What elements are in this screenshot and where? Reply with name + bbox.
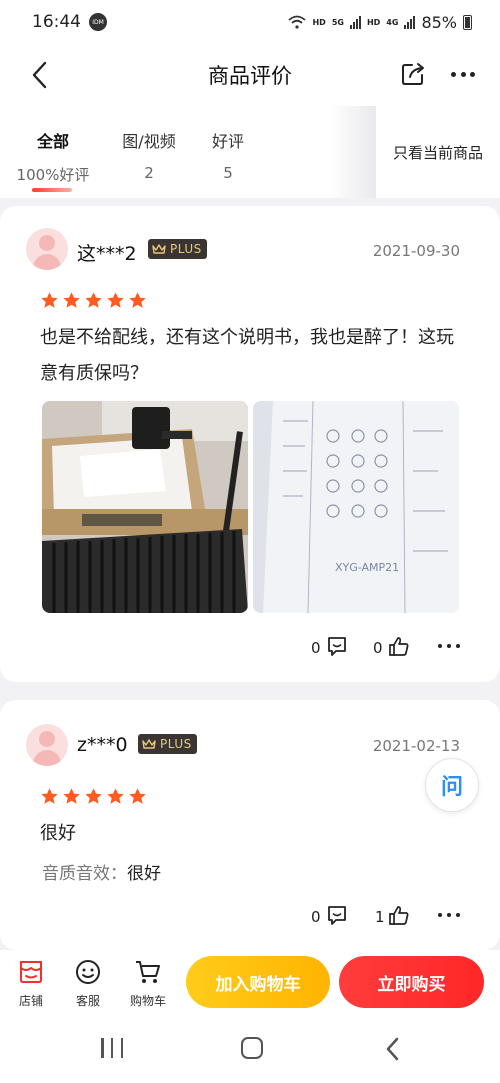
- share-icon[interactable]: [400, 61, 426, 87]
- review-date: 2021-09-30: [372, 242, 460, 260]
- tabs-fade: [330, 106, 376, 198]
- shop-label: 店铺: [18, 994, 43, 1008]
- review-photo-router[interactable]: [42, 401, 248, 613]
- plus-badge: PLUS: [148, 239, 207, 259]
- hd-label-2: HD: [366, 17, 381, 27]
- bottom-action-bar: 店铺 客服 购物车 加入购物车 立即购买: [0, 950, 500, 1016]
- review-text: 很好: [40, 823, 76, 844]
- tab-positive-count: 5: [223, 164, 233, 182]
- status-time: 16:44: [32, 12, 81, 32]
- tab-all-sub: 100%好评: [16, 166, 90, 184]
- star-icon: [129, 292, 146, 308]
- review-actions: 0 0: [0, 634, 500, 662]
- wifi-icon: [288, 15, 307, 29]
- recent-apps-icon[interactable]: [101, 1038, 123, 1060]
- avatar: [26, 228, 68, 270]
- review-actions: 0 1: [0, 903, 500, 931]
- signal-icon: [349, 15, 361, 29]
- tab-photo-video[interactable]: 图/视频 2: [114, 128, 184, 182]
- tab-positive[interactable]: 好评 5: [202, 128, 254, 182]
- manual-model-text: XYG-AMP21: [335, 561, 399, 574]
- status-bar: 16:44 IDM HD 5G HD 4G 85%: [0, 0, 500, 44]
- 5g-label: 5G: [331, 17, 344, 27]
- more-menu-icon[interactable]: [448, 61, 478, 87]
- nav-back-icon[interactable]: [383, 1036, 401, 1062]
- star-icon: [107, 292, 124, 308]
- crown-icon: [152, 244, 166, 254]
- filter-tabs: 全部 100%好评 图/视频 2 好评 5 只看当前商品: [0, 106, 500, 198]
- thumbs-up-icon[interactable]: [388, 904, 410, 926]
- comment-count: 0: [311, 639, 321, 657]
- comment-icon[interactable]: [326, 635, 348, 657]
- review-card: z***0 PLUS 2021-02-13 很好 音质音效：很好 0 1: [0, 700, 500, 950]
- star-icon: [129, 788, 146, 804]
- only-current-product-toggle[interactable]: 只看当前商品: [376, 106, 500, 198]
- home-icon[interactable]: [241, 1037, 263, 1059]
- star-icon: [107, 788, 124, 804]
- like-count: 1: [375, 908, 385, 926]
- active-tab-indicator: [32, 188, 72, 192]
- review-card: 这***2 PLUS 2021-09-30 也是不给配线，还有这个说明书，我也是…: [0, 206, 500, 682]
- manual-photo-image: XYG-AMP21: [253, 401, 459, 613]
- crown-icon: [142, 739, 156, 749]
- tab-all-label: 全部: [36, 132, 69, 151]
- router-photo-image: [42, 401, 248, 613]
- cart-button[interactable]: 购物车: [123, 958, 173, 1009]
- star-icon: [85, 292, 102, 308]
- like-count: 0: [373, 639, 383, 657]
- tab-photo-video-count: 2: [144, 164, 154, 182]
- shop-button[interactable]: 店铺: [6, 958, 56, 1009]
- review-attribute: 音质音效：很好: [42, 859, 161, 884]
- status-indicators: HD 5G HD 4G 85%: [288, 13, 472, 32]
- comment-icon[interactable]: [326, 904, 348, 926]
- star-icon: [85, 788, 102, 804]
- rating-stars: [40, 291, 147, 310]
- customer-service-label: 客服: [75, 994, 100, 1008]
- reviewer-name: 这***2: [77, 243, 137, 265]
- plus-badge-label: PLUS: [160, 737, 192, 751]
- review-text: 也是不给配线，还有这个说明书，我也是醉了！这玩意有质保吗？: [40, 327, 454, 384]
- battery-icon: [463, 14, 472, 30]
- signal-icon-2: [404, 15, 416, 29]
- buy-now-button[interactable]: 立即购买: [339, 956, 484, 1008]
- 4g-label: 4G: [386, 17, 399, 27]
- thumbs-up-icon[interactable]: [388, 635, 410, 657]
- plus-badge-label: PLUS: [170, 242, 202, 256]
- tab-photo-video-label: 图/视频: [122, 132, 176, 151]
- idm-icon: IDM: [89, 13, 107, 31]
- star-icon: [41, 292, 58, 308]
- review-more-icon[interactable]: [438, 644, 460, 648]
- review-more-icon[interactable]: [438, 913, 460, 917]
- cart-icon: [136, 961, 160, 983]
- app-header: 商品评价: [0, 44, 500, 106]
- star-icon: [63, 788, 80, 804]
- avatar: [26, 724, 68, 766]
- plus-badge: PLUS: [138, 734, 197, 754]
- ask-question-label: 问: [440, 775, 463, 800]
- comment-count: 0: [311, 908, 321, 926]
- hd-label: HD: [312, 17, 326, 27]
- customer-service-button[interactable]: 客服: [63, 958, 113, 1009]
- review-photo-manual[interactable]: XYG-AMP21: [253, 401, 459, 613]
- system-nav-bar: [0, 1016, 500, 1083]
- ask-question-button[interactable]: 问: [425, 758, 479, 812]
- add-to-cart-button[interactable]: 加入购物车: [186, 956, 330, 1008]
- tab-all[interactable]: 全部 100%好评: [16, 128, 90, 185]
- attribute-key: 音质音效：: [42, 864, 127, 884]
- star-icon: [41, 788, 58, 804]
- customer-service-icon: [76, 960, 100, 984]
- back-icon[interactable]: [26, 60, 54, 90]
- reviewer-name: z***0: [77, 734, 128, 756]
- star-icon: [63, 292, 80, 308]
- cart-label: 购物车: [129, 994, 166, 1008]
- attribute-value: 很好: [127, 864, 161, 884]
- rating-stars: [40, 787, 147, 806]
- battery-percent: 85%: [421, 12, 457, 32]
- shop-icon: [20, 961, 42, 983]
- tab-positive-label: 好评: [211, 132, 244, 151]
- review-date: 2021-02-13: [372, 737, 460, 755]
